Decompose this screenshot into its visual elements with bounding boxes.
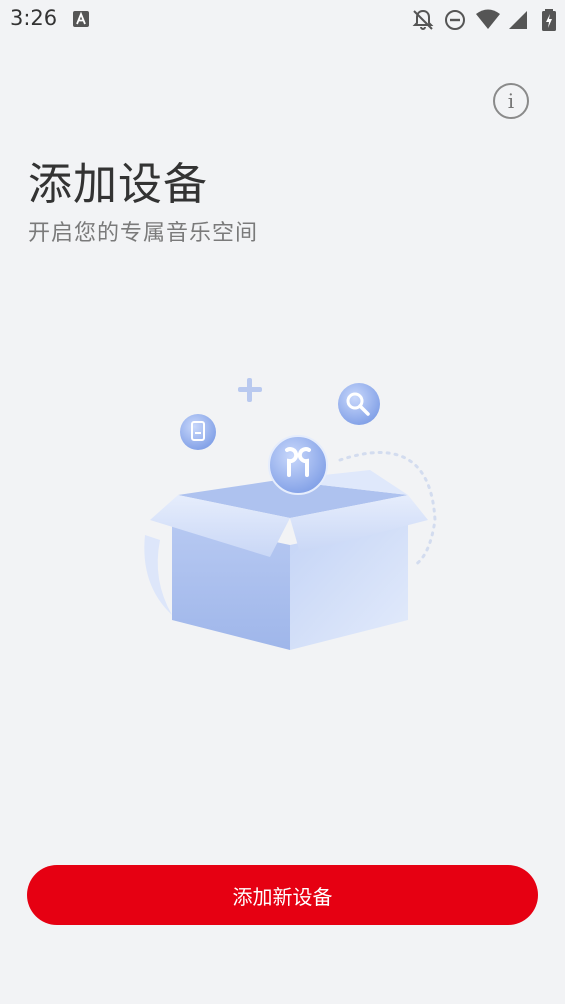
wifi-icon (476, 9, 500, 29)
do-not-disturb-icon (445, 10, 465, 30)
plus-icon (238, 378, 262, 402)
search-icon (338, 383, 380, 425)
page-subtitle: 开启您的专属音乐空间 (28, 221, 259, 246)
add-new-device-button[interactable]: 添加新设备 (27, 865, 538, 925)
status-time: 3:26 (10, 6, 58, 30)
device-icon (180, 414, 216, 450)
add-new-device-label: 添加新设备 (232, 884, 333, 909)
status-bar: 3:26 (0, 0, 565, 40)
notifications-off-icon (412, 9, 434, 30)
info-icon: i (507, 89, 515, 113)
earbuds-icon (268, 435, 328, 495)
app-a-icon (72, 10, 90, 32)
battery-charging-icon (542, 9, 556, 31)
add-device-illustration (130, 370, 450, 674)
info-button[interactable]: i (493, 83, 529, 119)
signal-icon (509, 11, 527, 29)
page-title: 添加设备 (28, 159, 208, 210)
